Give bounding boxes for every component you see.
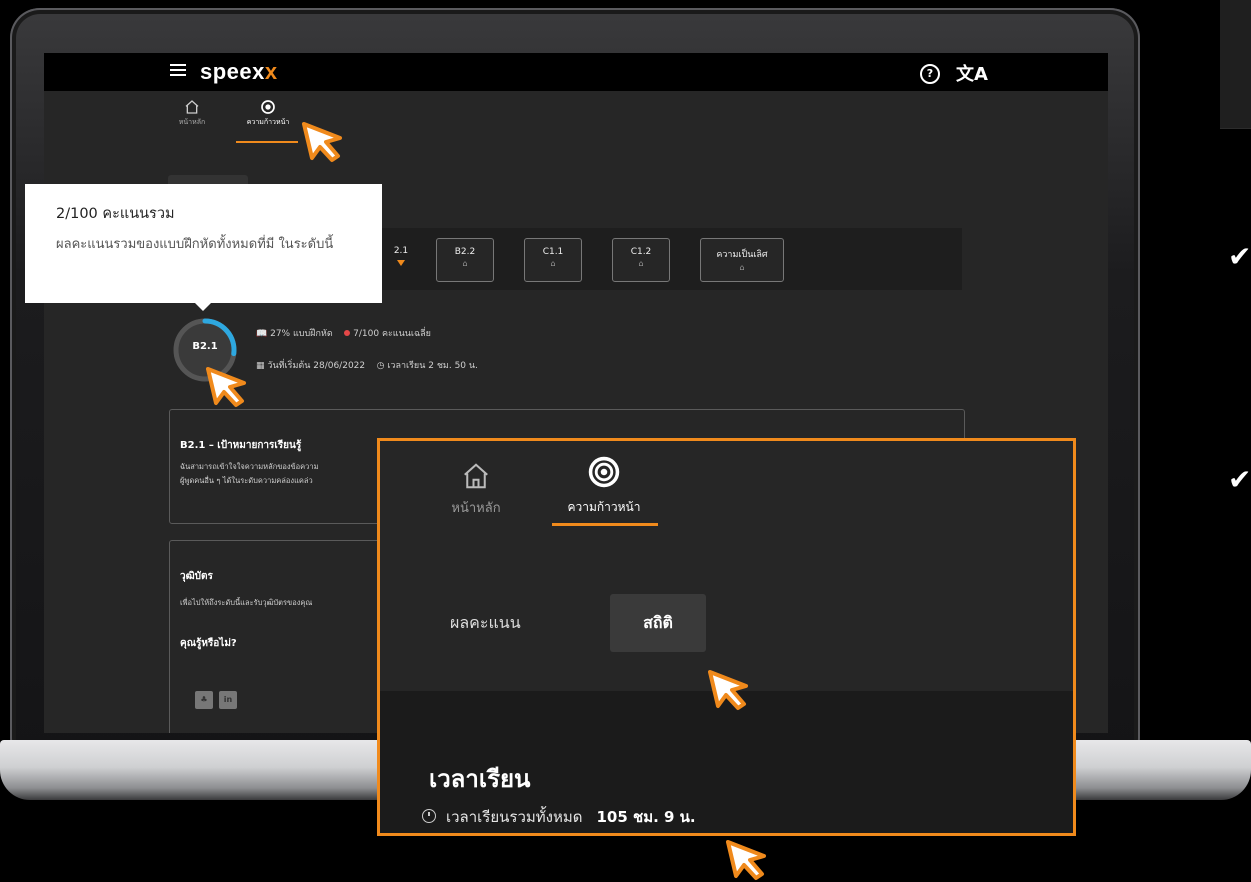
level-tab-label: ความเป็นเลิศ: [716, 250, 768, 260]
level-tab-label: C1.1: [542, 247, 564, 257]
tooltip-arrow: [194, 302, 212, 311]
clock-icon: [422, 809, 436, 823]
zoom-progress-label: ความก้าวหน้า: [567, 500, 641, 514]
total-study-time-value: 105 ชม. 9 น.: [596, 808, 696, 826]
level-tab-label: C1.2: [630, 247, 652, 257]
ring-level-label: B2.1: [192, 341, 218, 352]
exercise-stat: 27% แบบฝึกหัด: [270, 329, 333, 339]
level-tab-c1-1[interactable]: C1.1 ⌂: [524, 238, 582, 282]
score-tooltip: 2/100 คะแนนรวม ผลคะแนนรวมของแบบฝึกหัดทั้…: [25, 184, 382, 303]
nav-home-label: หน้าหลัก: [178, 118, 206, 126]
home-icon: [185, 100, 199, 114]
lock-icon: ⌂: [739, 263, 745, 272]
hamburger-menu-icon[interactable]: [170, 64, 186, 78]
nav-home[interactable]: หน้าหลัก: [174, 99, 210, 128]
stats-row-1: 📖 27% แบบฝึกหัด 7/100 คะแนนเฉลี่ย: [256, 326, 431, 340]
lock-icon: ⌂: [462, 259, 468, 268]
level-tab-label: B2.2: [454, 247, 476, 257]
cursor-pointer-icon: [302, 122, 342, 162]
study-time-heading: เวลาเรียน: [429, 765, 531, 793]
speexx-logo[interactable]: speexx: [200, 59, 278, 85]
tab-statistics[interactable]: สถิติ: [610, 594, 706, 652]
zoom-home-label: หน้าหลัก: [451, 501, 501, 516]
average-stat: 7/100 คะแนนเฉลี่ย: [353, 329, 431, 339]
progress-icon: [588, 456, 620, 488]
total-study-time-label: เวลาเรียนรวมทั้งหมด: [446, 808, 583, 826]
level-tab-b2-2[interactable]: B2.2 ⌂: [436, 238, 494, 282]
current-level-arrow-icon: [397, 260, 405, 266]
lock-icon: ⌂: [550, 259, 556, 268]
calendar-icon: ▦: [256, 361, 265, 371]
tooltip-title: 2/100 คะแนนรวม: [56, 206, 175, 222]
help-icon[interactable]: ?: [920, 64, 940, 84]
active-tab-underline: [236, 141, 298, 143]
background-window: [1220, 0, 1251, 129]
cursor-pointer-icon: [708, 670, 748, 710]
goal-line-2: ผู้พูดคนอื่น ๆ ได้ในระดับความคล่องแคล่ว: [180, 476, 313, 485]
nav-progress[interactable]: ความก้าวหน้า: [236, 99, 300, 128]
zoom-nav-home[interactable]: หน้าหลัก: [436, 461, 516, 518]
certificate-text: เพื่อไปให้ถึงระดับนี้และรับวุฒิบัตรของคุ…: [180, 598, 313, 607]
top-bar: speexx ? 文A: [44, 53, 1108, 91]
nav-progress-label: ความก้าวหน้า: [246, 118, 290, 126]
language-icon[interactable]: 文A: [956, 60, 988, 86]
average-dot-icon: [344, 330, 351, 336]
zoom-active-underline: [552, 523, 658, 526]
goal-title: B2.1 – เป้าหมายการเรียนรู้: [180, 440, 302, 451]
clock-icon: ◷: [376, 361, 385, 371]
lock-icon: ⌂: [638, 259, 644, 268]
level-tab-c1-2[interactable]: C1.2 ⌂: [612, 238, 670, 282]
start-date-label: วันที่เริ่มต้น: [267, 361, 311, 371]
study-time-value: 2 ชม. 50 น.: [428, 361, 478, 371]
check-icon: ✔: [1228, 240, 1251, 273]
study-time-label: เวลาเรียน: [387, 361, 426, 371]
certificate-title: วุฒิบัตร: [180, 571, 213, 582]
tab-score[interactable]: ผลคะแนน: [450, 611, 521, 636]
did-you-know: คุณรู้หรือไม่?: [180, 638, 237, 649]
stats-row-2: ▦ วันที่เริ่มต้น 28/06/2022 ◷ เวลาเรียน …: [256, 358, 478, 372]
goal-line-1: ฉันสามารถเข้าใจใจความหลักของข้อความ: [180, 462, 319, 471]
zoom-callout: หน้าหลัก ความก้าวหน้า ผลคะแนน สถิติ เวลา…: [377, 438, 1076, 836]
level-tab-label: 2.1: [393, 246, 409, 256]
tooltip-description: ผลคะแนนรวมของแบบฝึกหัดทั้งหมดที่มี ในระด…: [56, 237, 334, 252]
total-study-time-row: เวลาเรียนรวมทั้งหมด 105 ชม. 9 น.: [422, 805, 696, 829]
book-icon: 📖: [256, 329, 268, 339]
home-icon: [464, 463, 488, 489]
cursor-pointer-icon: [206, 367, 246, 407]
linkedin-icon[interactable]: in: [219, 691, 237, 709]
check-icon: ✔: [1228, 463, 1251, 496]
progress-icon: [261, 100, 275, 114]
share-icon[interactable]: ♣: [195, 691, 213, 709]
level-tab-excellence[interactable]: ความเป็นเลิศ ⌂: [700, 238, 784, 282]
cursor-pointer-icon: [726, 840, 766, 880]
zoom-nav-progress[interactable]: ความก้าวหน้า: [548, 455, 660, 517]
start-date-value: 28/06/2022: [313, 361, 366, 371]
zoom-header: หน้าหลัก ความก้าวหน้า ผลคะแนน สถิติ: [380, 441, 1073, 691]
